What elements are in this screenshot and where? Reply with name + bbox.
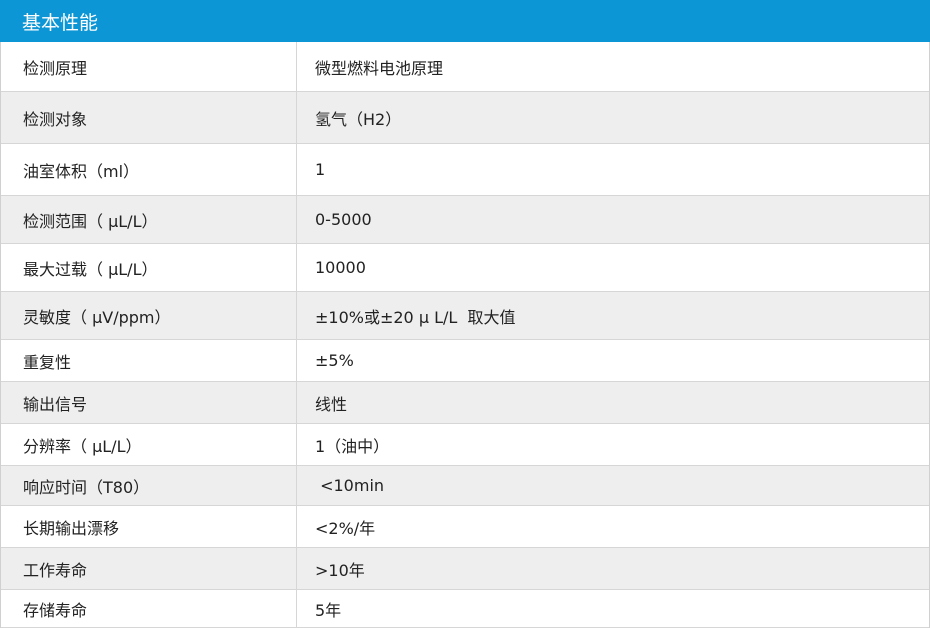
row-label: 输出信号 [1, 382, 297, 423]
row-label: 灵敏度（ μV/ppm） [1, 292, 297, 339]
table-row: 最大过载（ μL/L） 10000 [1, 244, 929, 292]
table-row: 工作寿命 >10年 [1, 548, 929, 590]
table-row: 检测范围（ μL/L） 0-5000 [1, 196, 929, 244]
row-label: 工作寿命 [1, 548, 297, 589]
row-label: 分辨率（ μL/L） [1, 424, 297, 465]
row-label: 长期输出漂移 [1, 506, 297, 547]
row-value: 1（油中） [315, 436, 390, 456]
row-value: ±5% [315, 351, 354, 370]
row-value: 10000 [315, 258, 366, 277]
row-label: 检测对象 [1, 92, 297, 143]
row-label: 检测范围（ μL/L） [1, 196, 297, 243]
row-label: 最大过载（ μL/L） [1, 244, 297, 291]
table-row: 检测原理 微型燃料电池原理 [1, 42, 929, 92]
table-body: 检测原理 微型燃料电池原理 检测对象 氢气（H2） 油室体积（ml） 1 检测范围（ μL/… [0, 42, 930, 628]
row-value: 线性 [315, 394, 348, 414]
row-label: 存储寿命 [1, 590, 297, 627]
row-label: 检测原理 [1, 42, 297, 91]
row-value: 氢气（H2） [315, 109, 402, 129]
row-label: 油室体积（ml） [1, 144, 297, 195]
row-value: >10年 [315, 560, 365, 580]
row-value: <10min [315, 476, 385, 495]
row-label: 重复性 [1, 340, 297, 381]
table-row: 油室体积（ml） 1 [1, 144, 929, 196]
table-title: 基本性能 [22, 11, 99, 34]
table-row: 重复性 ±5% [1, 340, 929, 382]
table-row: 检测对象 氢气（H2） [1, 92, 929, 144]
row-value: 0-5000 [315, 210, 372, 229]
row-value: 微型燃料电池原理 [315, 58, 444, 78]
table-row: 灵敏度（ μV/ppm） ±10%或±20 μ L/L 取大值 [1, 292, 929, 340]
table-row: 响应时间（T80） <10min [1, 466, 929, 506]
row-value: ±10%或±20 μ L/L 取大值 [315, 307, 516, 327]
row-value: 5年 [315, 600, 342, 620]
table-row: 存储寿命 5年 [1, 590, 929, 628]
table-header: 基本性能 [0, 0, 930, 42]
row-label: 响应时间（T80） [1, 466, 297, 505]
spec-table: 基本性能 检测原理 微型燃料电池原理 检测对象 氢气（H2） 油室体积（ml） 1 检测范围… [0, 0, 930, 628]
row-value: <2%/年 [315, 518, 376, 538]
row-value: 1 [315, 160, 326, 179]
table-row: 长期输出漂移 <2%/年 [1, 506, 929, 548]
table-row: 分辨率（ μL/L） 1（油中） [1, 424, 929, 466]
table-row: 输出信号 线性 [1, 382, 929, 424]
